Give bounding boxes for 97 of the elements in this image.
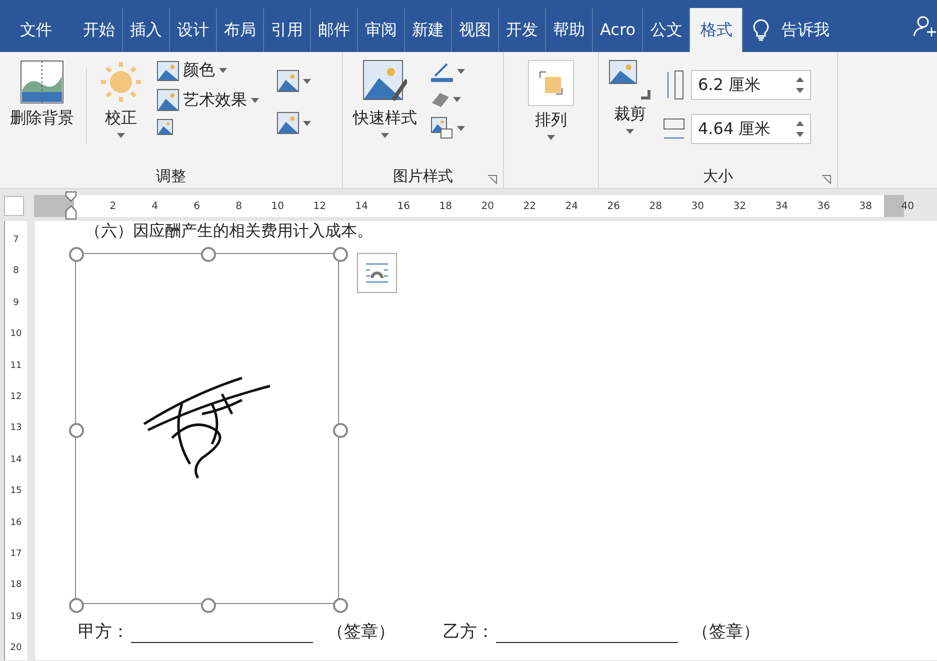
eraser-icon [431,92,449,107]
resize-handle[interactable] [69,598,84,613]
add-user-icon[interactable] [913,14,937,38]
arrange-icon [528,60,574,106]
ruler-number: 36 [816,200,830,212]
ruler-number: 10 [10,328,22,342]
group-label: 大小 [703,166,733,186]
ruler-number: 7 [13,234,19,247]
ruler-number: 8 [13,265,19,278]
ruler-number: 15 [10,485,22,498]
party-label: 甲方： [78,621,129,643]
resize-handle[interactable] [69,247,84,262]
color-button[interactable]: 颜色 [155,58,261,83]
caret-icon [117,133,125,138]
caret-icon [457,126,465,130]
height-field[interactable]: 6.2 厘米 [691,70,811,100]
layout-options-button[interactable] [357,253,397,293]
caret-icon [303,120,311,126]
picture-icon [157,60,179,80]
resize-handle[interactable] [201,247,216,262]
group-label: 图片样式 [393,166,453,186]
picture-layout-icon [431,117,453,139]
picture-brush-icon [363,60,407,104]
crop-button[interactable]: 裁剪 [605,58,655,164]
ruler-number: 38 [858,200,872,212]
arrange-button[interactable]: 排列 [524,58,578,164]
ruler-number: 19 [10,610,22,624]
remove-background-icon [20,60,64,104]
picture-icon [157,89,179,111]
ribbon-tab[interactable]: 格式 [690,8,744,52]
remove-background-button[interactable]: 删除背景 [6,58,78,164]
ruler-number: 16 [396,200,410,212]
ruler-number: 8 [234,200,242,212]
ribbon-tab[interactable]: 文件 [4,8,76,52]
ruler-number: 11 [10,360,22,373]
lightbulb-icon[interactable] [753,19,770,41]
resize-handle[interactable] [201,598,216,613]
ruler-number: 12 [10,390,22,404]
caret-icon [303,78,311,84]
caret-icon [219,68,227,73]
ruler-number: 28 [648,200,662,212]
picture-icon [277,112,299,134]
corrections-button[interactable]: 校正 [95,58,147,164]
picture-icon [277,70,299,92]
compress-picture-icon [157,119,173,135]
ruler-number: 32 [732,200,746,212]
seal-label: （签章） [692,621,760,643]
ruler-number: 34 [774,200,788,212]
ruler-number: 14 [10,454,22,467]
ruler-number: 18 [10,579,22,592]
ruler-number: 16 [10,516,22,530]
caret-icon [251,98,259,102]
ruler-number: 20 [480,200,494,212]
ruler-number: 20 [10,642,22,656]
picture-layout-button[interactable] [429,115,467,141]
ruler-number: 14 [354,200,368,212]
ruler-number: 24 [564,200,578,212]
ruler-number: 6 [192,200,200,212]
caret-icon [453,97,461,102]
change-picture-button[interactable] [275,68,313,94]
ruler-number: 26 [606,200,620,212]
tell-me-text[interactable]: 告诉我 [781,20,830,40]
paragraph-text: （六）因应酬产生的相关费用计入成本。 [84,221,374,241]
ruler-number: 17 [10,548,22,561]
ruler-number: 30 [690,200,704,212]
selected-picture[interactable] [75,253,339,604]
caret-icon [547,135,555,140]
width-field[interactable]: 4.64 厘米 [691,114,811,144]
ruler-number: 18 [438,200,452,212]
dialog-launcher-icon[interactable] [822,175,831,184]
quick-styles-button[interactable]: 快速样式 [349,58,421,164]
ruler-number: 4 [150,200,158,212]
ruler-number: 2 [108,200,116,212]
crop-icon [609,60,651,100]
resize-handle[interactable] [69,423,84,438]
ruler-number: 10 [270,200,284,212]
indent-marker[interactable] [64,191,78,221]
seal-label: （签章） [327,621,395,643]
ruler-number: 9 [13,296,19,310]
reset-picture-button[interactable] [275,110,313,136]
caret-icon [457,68,465,74]
caret-icon [381,133,389,138]
ruler-number: 40 [900,200,914,212]
artistic-effects-button[interactable]: 艺术效果 [155,87,261,113]
resize-handle[interactable] [333,598,348,613]
resize-handle[interactable] [333,247,348,262]
resize-handle[interactable] [333,423,348,438]
ruler-number: 12 [312,200,326,212]
party-label: 乙方： [443,621,494,643]
spinner-arrows-icon[interactable] [796,76,804,94]
ruler-number: 13 [10,422,22,436]
caret-icon [626,129,634,134]
ruler-number: 22 [522,200,536,212]
group-label: 调整 [156,166,186,186]
sun-icon [99,60,143,104]
dialog-launcher-icon[interactable] [488,175,497,184]
spinner-arrows-icon[interactable] [796,120,804,138]
